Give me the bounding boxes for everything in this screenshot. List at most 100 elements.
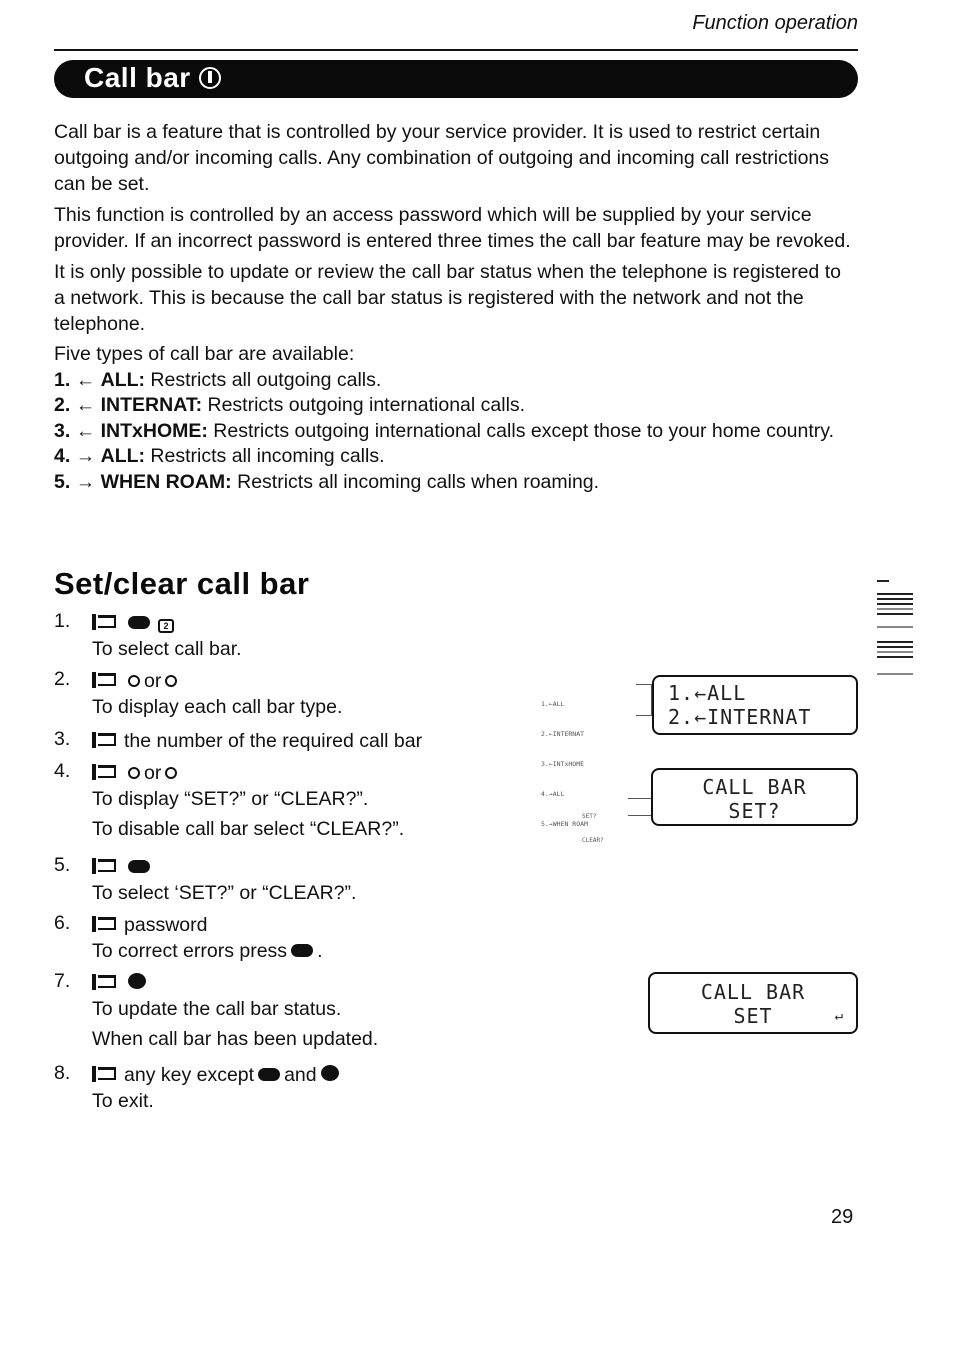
step-note: To display each call bar type. [92,696,343,718]
step-action [92,970,494,996]
mini-list-item: 4.→ALL [541,790,565,798]
type-key: INTERNAT: [100,394,203,416]
scroll-down-key-icon [165,767,178,779]
clear-key-icon [258,1068,281,1081]
step-action-text: the number of the required call bar [124,730,423,752]
type-description: Restricts outgoing international calls. [202,394,526,416]
type-key: INTxHOME: [100,419,208,442]
step-item: 3. the number of the required call bar [54,728,494,754]
index-mark [877,603,913,605]
thumb-index-marks [877,580,913,678]
index-mark [877,673,913,675]
index-mark [877,613,913,615]
lcd-line: 2.←INTERNAT [668,705,812,729]
lcd-line: CALL BAR [702,775,807,799]
type-number: 4. [54,445,71,467]
mini-list-item: 3.←INTxHOME [541,760,585,768]
type-number: 2. [54,394,71,416]
section-label: Function operation [692,12,858,34]
step-number: 1. [54,610,71,632]
index-mark [877,651,913,653]
lcd-line: 1.←ALL [668,681,747,705]
return-indicator-icon: ↵ [834,1008,844,1024]
press-hand-icon [92,672,118,688]
menu-key-icon [128,616,150,629]
procedure-steps: 1. 2 To select call bar. 2. or To displa… [54,610,494,1120]
incoming-arrow-icon: → [75,470,96,493]
step-number: 5. [54,854,71,876]
key-2-icon: 2 [158,619,174,633]
press-hand-icon [92,916,118,932]
type-number: 5. [54,470,71,493]
press-hand-icon [92,858,118,874]
step-number: 8. [54,1062,71,1084]
mini-list-item: 1.←ALL [541,700,565,708]
step-action: or [92,668,494,694]
step-item: 1. 2 To select call bar. [54,610,494,662]
display-connector [636,684,652,716]
title-banner: Call bar [54,60,858,98]
step-item: 2. or To display each call bar type. [54,668,494,720]
index-mark [877,593,913,595]
step-note: To disable call bar select “CLEAR?”. [92,818,405,840]
press-hand-icon [92,1066,118,1082]
type-description: Restricts all outgoing calls. [145,368,382,391]
step-action: or [92,760,494,786]
index-mark [877,646,913,648]
page-title-text: Call bar [84,62,191,93]
outgoing-arrow-icon: ← [75,368,96,391]
step-action: 2 [92,610,494,636]
call-bar-type-item: 1. ← ALL: Restricts all outgoing calls. [54,368,854,394]
call-bar-type-item: 5. → WHEN ROAM: Restricts all incoming c… [54,470,854,496]
intro-paragraph: This function is controlled by an access… [54,204,851,252]
memory-key-icon [128,860,150,873]
lcd-line: CALL BAR [700,980,806,1004]
step-item: 4. or To display “SET?” or “CLEAR?”. To … [54,760,494,842]
step-item: 8. any key except and To exit. [54,1062,494,1114]
type-key: ALL: [100,445,146,467]
type-key: ALL: [100,368,146,391]
step-number: 6. [54,912,71,934]
step-number: 3. [54,728,71,750]
menu-key-icon [198,67,221,89]
and-label: and [284,1064,317,1086]
call-bar-types-list: 1. ← ALL: Restricts all outgoing calls. … [54,368,854,496]
set-clear-mini-list: SET? CLEAR? [582,797,604,853]
lcd-line: SET? [728,799,781,823]
scroll-down-key-icon [165,675,178,687]
or-label: or [144,670,162,692]
step-action-text: password [124,914,208,936]
step-note: To display “SET?” or “CLEAR?”. [92,788,369,810]
page-number: 29 [831,1206,854,1228]
lcd-line: SET [733,1004,773,1028]
lcd-display-type-list: 1.←ALL 2.←INTERNAT [652,675,858,735]
call-bar-type-item: 2. ← INTERNAT: Restricts outgoing intern… [54,393,854,419]
step-item: 7. To update the call bar status. When c… [54,970,494,1052]
types-heading: Five types of call bar are available: [54,343,355,365]
step-item: 5. To select ‘SET?” or “CLEAR?”. [54,854,494,906]
step-number: 7. [54,970,71,992]
step-action [92,854,494,880]
mini-list-item: 2.←INTERNAT [541,730,585,738]
type-key: WHEN ROAM: [100,470,232,493]
type-number: 3. [54,419,71,442]
incoming-arrow-icon: → [75,445,96,467]
scroll-up-key-icon [128,675,140,687]
press-hand-icon [92,614,118,630]
step-action-text: any key except [124,1064,255,1086]
index-mark [877,598,913,600]
send-key-icon [320,1065,339,1081]
header-rule [54,49,858,51]
step-note: To select ‘SET?” or “CLEAR?”. [92,882,357,904]
lcd-display-set-prompt: CALL BAR SET? [651,768,858,826]
type-description: Restricts all incoming calls. [145,445,385,467]
call-bar-type-item: 3. ← INTxHOME: Restricts outgoing intern… [54,419,854,445]
step-note: To update the call bar status. [92,998,342,1020]
outgoing-arrow-icon: ← [75,419,96,442]
intro-paragraph: It is only possible to update or review … [54,261,841,335]
step-note: When call bar has been updated. [92,1028,379,1050]
intro-section: Call bar is a feature that is controlled… [54,119,854,495]
index-mark [877,608,913,610]
send-key-icon [128,973,146,989]
call-bar-type-mini-list: 1.←ALL 2.←INTERNAT 3.←INTxHOME 4.→ALL 5.… [541,679,588,839]
